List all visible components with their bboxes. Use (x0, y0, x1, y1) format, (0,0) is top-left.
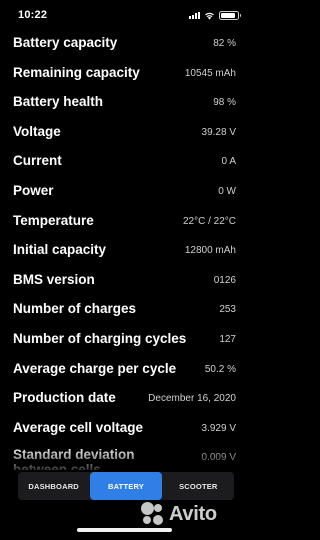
info-row: Battery health 98 % (0, 89, 249, 119)
info-row: Average cell voltage 3.929 V (0, 415, 249, 445)
info-row-label: Battery capacity (13, 35, 118, 50)
info-row-value: 127 (219, 334, 236, 345)
info-row-value: 3.929 V (201, 422, 236, 434)
info-row-value: 0 W (218, 186, 236, 197)
info-row-label: Current (13, 153, 62, 169)
info-row: Number of charges 253 (0, 296, 249, 326)
info-row-label: Number of charging cycles (13, 331, 187, 346)
info-row: Battery capacity 82 % (0, 30, 249, 60)
avito-logo-icon (141, 502, 165, 526)
info-row-value: 253 (219, 304, 236, 316)
info-row-value: 12800 mAh (184, 245, 236, 257)
info-row-value: December 16, 2020 (148, 393, 236, 405)
info-row: Number of charging cycles 127 (0, 326, 249, 356)
info-row-value: 0126 (213, 274, 236, 286)
bottom-tab-bar: DASHBOARD BATTERY SCOOTER (18, 472, 234, 500)
info-row-value: 10545 mAh (184, 67, 236, 79)
info-row-label: Voltage (13, 123, 61, 139)
info-row: Current 0 A (0, 148, 249, 178)
cellular-signal-icon (189, 11, 200, 19)
info-row: BMS version 0126 (0, 267, 249, 297)
info-row: Temperature 22°C / 22°C (0, 208, 249, 238)
battery-icon (219, 10, 241, 20)
scroll-fade (0, 446, 249, 472)
info-row-label: Average charge per cycle (13, 360, 177, 376)
tab-dashboard[interactable]: DASHBOARD (18, 472, 89, 500)
info-row-value: 0 A (221, 156, 236, 168)
info-row-label: Production date (13, 390, 116, 406)
avito-watermark: Avito (141, 500, 241, 528)
wifi-icon (205, 12, 214, 20)
info-row: Voltage 39.28 V (0, 119, 249, 149)
info-row: Average charge per cycle 50.2 % (0, 356, 249, 386)
battery-info-list[interactable]: Battery capacity 82 % Remaining capacity 10… (0, 30, 249, 470)
battery-level-fill (221, 12, 236, 18)
info-row-label: Battery health (13, 94, 104, 110)
tab-battery[interactable]: BATTERY (90, 472, 162, 500)
info-row: Power 0 W (0, 178, 249, 208)
tab-scooter[interactable]: SCOOTER (163, 472, 234, 500)
info-row-label: Temperature (13, 212, 94, 228)
info-row-label: Initial capacity (13, 242, 107, 258)
info-row-value: 50.2 % (204, 363, 236, 375)
info-row: Remaining capacity 10545 mAh (0, 60, 249, 90)
status-time: 10:22 (18, 9, 48, 21)
status-icons (189, 10, 241, 20)
info-row-label: BMS version (13, 271, 95, 287)
info-row-value: 22°C / 22°C (182, 215, 236, 227)
info-row-value: 82 % (213, 38, 236, 49)
info-row-value: 98 % (213, 97, 236, 109)
info-row-value: 39.28 V (201, 126, 236, 138)
info-row: Initial capacity 12800 mAh (0, 237, 249, 267)
avito-watermark-text: Avito (169, 502, 217, 525)
home-indicator[interactable] (77, 528, 172, 532)
info-row-label: Number of charges (13, 301, 137, 317)
info-row: Production date December 16, 2020 (0, 385, 249, 415)
info-row-label: Power (13, 183, 54, 198)
status-bar: 10:22 (0, 0, 249, 30)
info-row-label: Average cell voltage (13, 419, 144, 435)
info-row-label: Remaining capacity (13, 64, 140, 80)
